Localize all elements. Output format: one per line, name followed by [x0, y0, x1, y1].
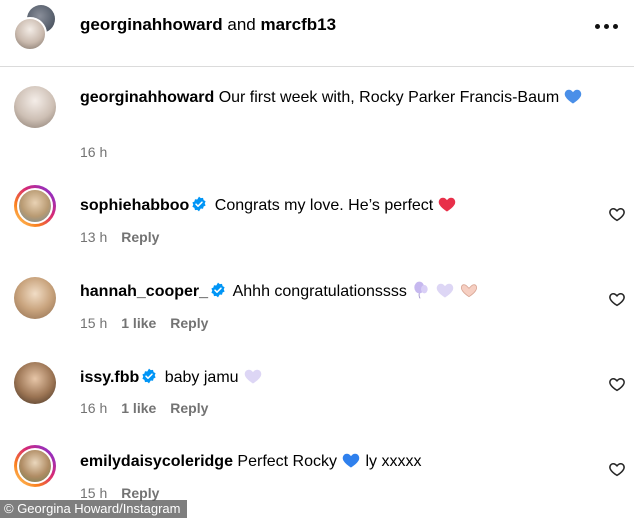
verified-badge-icon: [192, 196, 206, 212]
balloon-emoji: [414, 281, 428, 299]
avatar[interactable]: [14, 445, 56, 487]
collab-avatars[interactable]: [13, 5, 59, 51]
comment-meta: 15 h Reply: [80, 485, 159, 501]
timestamp[interactable]: 13 h: [80, 229, 107, 245]
caption-meta: 16 h: [80, 144, 107, 160]
timestamp[interactable]: 16 h: [80, 144, 107, 160]
header-username-1[interactable]: georginahhoward: [80, 15, 223, 34]
caption-username[interactable]: georginahhoward: [80, 89, 214, 106]
comment-text: issy.fbb baby jamu: [80, 366, 584, 390]
comment-username[interactable]: sophiehabboo: [80, 197, 189, 214]
photo-credit: © Georgina Howard/Instagram: [0, 500, 187, 518]
comment-meta: 15 h 1 like Reply: [80, 315, 208, 331]
timestamp[interactable]: 15 h: [80, 315, 107, 331]
more-options-icon[interactable]: [595, 24, 619, 30]
reply-button[interactable]: Reply: [121, 485, 159, 501]
verified-badge-icon: [142, 368, 156, 384]
header-username-2[interactable]: marcfb13: [260, 15, 336, 34]
comment-text: hannah_cooper_ Ahhh congratulationssss: [80, 280, 584, 304]
post-header: georginahhoward and marcfb13: [0, 0, 634, 66]
comment-meta: 16 h 1 like Reply: [80, 400, 208, 416]
verified-badge-icon: [211, 282, 225, 298]
avatar[interactable]: [14, 277, 56, 319]
caption-text: georginahhoward Our first week with, Roc…: [80, 86, 584, 110]
comment-body: Ahhh congratulationssss: [232, 283, 407, 300]
comment-text: emilydaisycoleridge Perfect Rocky ly xxx…: [80, 450, 584, 474]
comment-username[interactable]: hannah_cooper_: [80, 283, 208, 300]
header-and: and: [227, 15, 256, 34]
caption-body: Our first week with, Rocky Parker Franci…: [218, 89, 560, 106]
reply-button[interactable]: Reply: [170, 315, 208, 331]
avatar[interactable]: [14, 86, 56, 128]
comment-body: Perfect Rocky: [237, 453, 338, 470]
like-heart-outline-icon[interactable]: [608, 375, 626, 393]
comment-username[interactable]: issy.fbb: [80, 369, 139, 386]
white-heart-emoji: [436, 283, 454, 298]
likes-count[interactable]: 1 like: [121, 400, 156, 416]
header-divider: [0, 66, 634, 67]
comment-meta: 13 h Reply: [80, 229, 159, 245]
reply-button[interactable]: Reply: [170, 400, 208, 416]
heart-hands-emoji: [460, 284, 477, 298]
like-heart-outline-icon[interactable]: [608, 205, 626, 223]
avatar[interactable]: [14, 185, 56, 227]
avatar[interactable]: [14, 362, 56, 404]
like-heart-outline-icon[interactable]: [608, 290, 626, 308]
timestamp[interactable]: 15 h: [80, 485, 107, 501]
reply-button[interactable]: Reply: [121, 229, 159, 245]
avatar-georginahhoward[interactable]: [13, 17, 47, 51]
red-heart-emoji: [438, 197, 456, 212]
timestamp[interactable]: 16 h: [80, 400, 107, 416]
comment-username[interactable]: emilydaisycoleridge: [80, 453, 233, 470]
post-authors: georginahhoward and marcfb13: [80, 15, 336, 35]
comment-body-continued: ly xxxxx: [365, 453, 422, 470]
comment-text: sophiehabboo Congrats my love. He’s perf…: [80, 194, 584, 218]
blue-heart-emoji: [342, 453, 360, 468]
white-heart-emoji: [244, 369, 261, 384]
like-heart-outline-icon[interactable]: [608, 460, 626, 478]
blue-heart-emoji: [564, 89, 582, 104]
likes-count[interactable]: 1 like: [121, 315, 156, 331]
comment-body: Congrats my love. He’s perfect: [214, 197, 434, 214]
comment-body: baby jamu: [164, 369, 239, 386]
